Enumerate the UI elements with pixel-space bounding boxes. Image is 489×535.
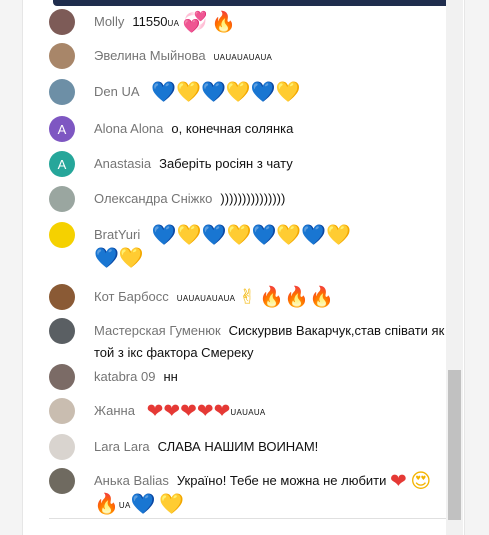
message-text: ))))))))))))))) bbox=[220, 191, 286, 206]
avatar-initial: A bbox=[57, 156, 67, 172]
avatar[interactable] bbox=[49, 398, 75, 424]
yellow-heart-emoji: 💛 bbox=[225, 81, 251, 104]
yellow-heart-emoji: 💛 bbox=[176, 81, 201, 104]
message-suffix: UAUAUAUAUA bbox=[213, 53, 273, 62]
blue-heart-emoji: 💙 bbox=[130, 493, 156, 516]
fire-emoji: 🔥 bbox=[211, 11, 237, 34]
red-heart-emoji: ❤ bbox=[196, 400, 214, 423]
avatar[interactable] bbox=[49, 9, 75, 35]
yellow-heart-emoji: 💛 bbox=[176, 224, 202, 247]
live-chat-panel: Molly 11550UA 💞 🔥 Эвелина Мыйнова UAUAUAUA… bbox=[22, 0, 465, 535]
chat-divider bbox=[49, 518, 449, 519]
blue-heart-emoji: 💙 bbox=[201, 224, 227, 247]
blue-heart-emoji: 💙 bbox=[301, 224, 327, 247]
message-text: СЛАВА НАШИМ ВОИНАМ! bbox=[157, 439, 319, 454]
message-suffix: UAUAUA bbox=[230, 408, 266, 417]
chat-header-bar bbox=[53, 0, 459, 6]
author-name[interactable]: Кот Барбосс bbox=[94, 289, 169, 304]
author-name[interactable]: Den UA bbox=[94, 84, 140, 99]
message-suffix: UA bbox=[118, 500, 131, 510]
author-name[interactable]: Олександра Сніжко bbox=[94, 191, 212, 206]
avatar[interactable] bbox=[49, 186, 75, 212]
message-text: Україно! Тебе не можна не любити bbox=[176, 473, 387, 488]
yellow-heart-emoji: 💛 bbox=[159, 493, 185, 516]
fire-emoji: 🔥 bbox=[284, 286, 310, 309]
avatar[interactable] bbox=[49, 43, 75, 69]
author-name[interactable]: Anastasia bbox=[94, 156, 151, 171]
author-name[interactable]: Анька Balias bbox=[94, 473, 169, 488]
blue-heart-emoji: 💙 bbox=[250, 81, 276, 104]
avatar[interactable] bbox=[49, 468, 75, 494]
message-text: 11550 bbox=[132, 14, 168, 29]
victory-hand-emoji: ✌ bbox=[238, 286, 256, 309]
yellow-heart-emoji: 💛 bbox=[118, 247, 144, 270]
red-heart-emoji: ❤ bbox=[146, 400, 164, 423]
blue-heart-emoji: 💙 bbox=[251, 224, 277, 247]
yellow-heart-emoji: 💛 bbox=[276, 224, 302, 247]
red-heart-emoji: ❤ bbox=[390, 470, 407, 493]
avatar[interactable] bbox=[49, 222, 75, 248]
avatar[interactable] bbox=[49, 79, 75, 105]
author-name[interactable]: Lara Lara bbox=[94, 439, 150, 454]
yellow-heart-emoji: 💛 bbox=[275, 81, 301, 104]
message-suffix: UAUAUAUAUA bbox=[176, 294, 236, 303]
avatar[interactable] bbox=[49, 364, 75, 390]
message-text: о, конечная солянка bbox=[171, 121, 294, 136]
red-heart-emoji: ❤ bbox=[213, 400, 231, 423]
message-suffix: UA bbox=[167, 19, 180, 28]
red-heart-emoji: ❤ bbox=[163, 400, 181, 423]
author-name[interactable]: Мастерская Гуменюк bbox=[94, 323, 221, 338]
author-name[interactable]: Molly bbox=[94, 14, 124, 29]
heart-eyes-emoji: 😍 bbox=[410, 470, 432, 493]
author-name[interactable]: Alona Alona bbox=[94, 121, 163, 136]
avatar[interactable] bbox=[49, 318, 75, 344]
blue-heart-emoji: 💙 bbox=[151, 224, 177, 247]
avatar-initial: A bbox=[57, 121, 67, 137]
fire-emoji: 🔥 bbox=[259, 286, 285, 309]
message-text: нн bbox=[163, 369, 178, 384]
blue-heart-emoji: 💙 bbox=[94, 247, 119, 270]
author-name[interactable]: Эвелина Мыйнова bbox=[94, 48, 206, 63]
avatar[interactable]: A bbox=[49, 116, 75, 142]
sparkle-heart-emoji: 💞 bbox=[182, 11, 208, 34]
author-name[interactable]: BratYuri bbox=[94, 227, 140, 242]
blue-heart-emoji: 💙 bbox=[151, 81, 177, 104]
fire-emoji: 🔥 bbox=[309, 286, 335, 309]
blue-heart-emoji: 💙 bbox=[200, 81, 226, 104]
yellow-heart-emoji: 💛 bbox=[326, 224, 352, 247]
avatar[interactable]: A bbox=[49, 151, 75, 177]
yellow-heart-emoji: 💛 bbox=[226, 224, 252, 247]
message-text: Заберіть росіян з чату bbox=[159, 156, 293, 171]
fire-emoji: 🔥 bbox=[94, 493, 119, 516]
chat-scrollbar-thumb[interactable] bbox=[448, 370, 461, 520]
avatar[interactable] bbox=[49, 434, 75, 460]
avatar[interactable] bbox=[49, 284, 75, 310]
author-name[interactable]: Жанна bbox=[94, 403, 135, 418]
author-name[interactable]: katabra 09 bbox=[94, 369, 155, 384]
red-heart-emoji: ❤ bbox=[180, 400, 197, 423]
